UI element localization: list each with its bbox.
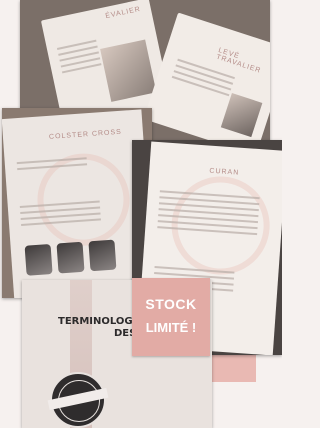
guarantee-seal-logo xyxy=(47,372,109,428)
page-text-lines xyxy=(56,36,102,78)
photo-page-left: COLSTER CROSS xyxy=(2,108,152,298)
page-heading: CURAN xyxy=(209,167,240,177)
page-heading: ÉVALIER xyxy=(104,5,142,21)
badge-line-1: STOCK xyxy=(145,296,197,312)
page-text-lines xyxy=(157,186,260,239)
page-text-lines xyxy=(19,196,102,230)
stock-limited-badge: STOCK LIMITÉ ! xyxy=(132,278,210,356)
book-page: COLSTER CROSS xyxy=(2,109,152,298)
badge-line-2: LIMITÉ ! xyxy=(145,320,197,335)
foot-position-illustrations xyxy=(24,237,147,279)
page-illustration xyxy=(100,39,157,102)
page-heading: COLSTER CROSS xyxy=(48,128,123,141)
book-page-right: LEVÉ TRAVALIER xyxy=(143,12,270,150)
photo-collage: ÉVALIER LEVÉ TRAVALIER COLSTER CROSS CUR… xyxy=(0,0,282,428)
